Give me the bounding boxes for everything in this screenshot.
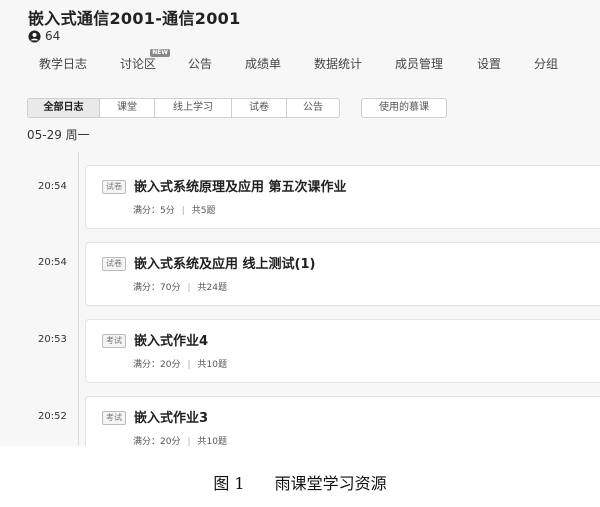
entry-title[interactable]: 嵌入式作业3	[134, 407, 208, 426]
entry-type-tag: 考试	[102, 411, 126, 425]
member-count: 64	[45, 29, 61, 43]
entry-meta: 满分：5分 | 共5题	[133, 203, 216, 216]
member-count-row[interactable]: 64	[28, 29, 60, 43]
entry-time: 20:53	[38, 334, 67, 345]
entry-time: 20:54	[38, 181, 67, 192]
log-filter-group: 全部日志 课堂 线上学习 试卷 公告	[27, 98, 340, 118]
log-entry-card[interactable]: 考试 嵌入式作业3 满分：20分 | 共10题	[85, 396, 600, 446]
tab-announcements[interactable]: 公告	[188, 55, 212, 72]
members-icon	[28, 29, 41, 43]
entry-type-tag: 考试	[102, 334, 126, 348]
filter-all-logs[interactable]: 全部日志	[27, 98, 100, 118]
figure-caption: 图 1 雨课堂学习资源	[0, 470, 600, 494]
tab-teaching-log[interactable]: 教学日志	[39, 55, 87, 72]
meta-divider: |	[187, 360, 191, 370]
entry-meta: 满分：20分 | 共10题	[133, 434, 227, 446]
entry-type-tag: 试卷	[102, 180, 126, 194]
entry-time: 20:54	[38, 257, 67, 268]
entry-title[interactable]: 嵌入式系统原理及应用 第五次课作业	[134, 176, 347, 195]
filter-online-learning[interactable]: 线上学习	[155, 98, 232, 118]
figure-number: 图 1	[213, 474, 245, 493]
figure-caption-text: 雨课堂学习资源	[274, 474, 387, 493]
entry-question-count: 共10题	[197, 437, 227, 446]
entry-meta: 满分：70分 | 共24题	[133, 280, 227, 293]
tab-discussion[interactable]: 讨论区 NEW	[120, 49, 171, 72]
course-nav-tabs: 教学日志 讨论区 NEW 公告 成绩单 数据统计 成员管理 设置 分组	[0, 49, 600, 81]
entry-question-count: 共24题	[197, 283, 227, 293]
entry-meta: 满分：20分 | 共10题	[133, 357, 227, 370]
filter-exam-papers[interactable]: 试卷	[232, 98, 287, 118]
used-mooc-button[interactable]: 使用的慕课	[361, 98, 447, 118]
screenshot-panel: 嵌入式通信2001-通信2001 64 教学日志 讨论区 NEW 公告 成绩单 …	[0, 0, 600, 446]
entry-question-count: 共10题	[197, 360, 227, 370]
meta-divider: |	[187, 283, 191, 293]
log-entry-card[interactable]: 试卷 嵌入式系统及应用 线上测试(1) 满分：70分 | 共24题	[85, 242, 600, 306]
entry-title[interactable]: 嵌入式系统及应用 线上测试(1)	[134, 253, 315, 272]
course-title: 嵌入式通信2001-通信2001	[28, 9, 241, 28]
entry-full-score: 满分：5分	[133, 206, 175, 216]
tab-discussion-label: 讨论区	[120, 57, 157, 71]
entry-time: 20:52	[38, 411, 67, 422]
new-badge: NEW	[150, 49, 171, 57]
filter-classroom[interactable]: 课堂	[100, 98, 155, 118]
entry-full-score: 满分：20分	[133, 360, 181, 370]
filter-announcements[interactable]: 公告	[287, 98, 340, 118]
tab-groups[interactable]: 分组	[534, 55, 558, 72]
entry-question-count: 共5题	[191, 206, 216, 216]
date-heading: 05-29 周一	[27, 128, 90, 142]
tab-settings[interactable]: 设置	[477, 55, 501, 72]
tab-member-management[interactable]: 成员管理	[395, 55, 443, 72]
tab-gradebook[interactable]: 成绩单	[245, 55, 281, 72]
log-entry-card[interactable]: 试卷 嵌入式系统原理及应用 第五次课作业 满分：5分 | 共5题	[85, 165, 600, 229]
entry-full-score: 满分：20分	[133, 437, 181, 446]
tab-statistics[interactable]: 数据统计	[314, 55, 362, 72]
meta-divider: |	[181, 206, 185, 216]
entry-full-score: 满分：70分	[133, 283, 181, 293]
entry-title[interactable]: 嵌入式作业4	[134, 330, 208, 349]
log-entry-card[interactable]: 考试 嵌入式作业4 满分：20分 | 共10题	[85, 319, 600, 383]
timeline-line	[78, 152, 79, 446]
entry-type-tag: 试卷	[102, 257, 126, 271]
meta-divider: |	[187, 437, 191, 446]
